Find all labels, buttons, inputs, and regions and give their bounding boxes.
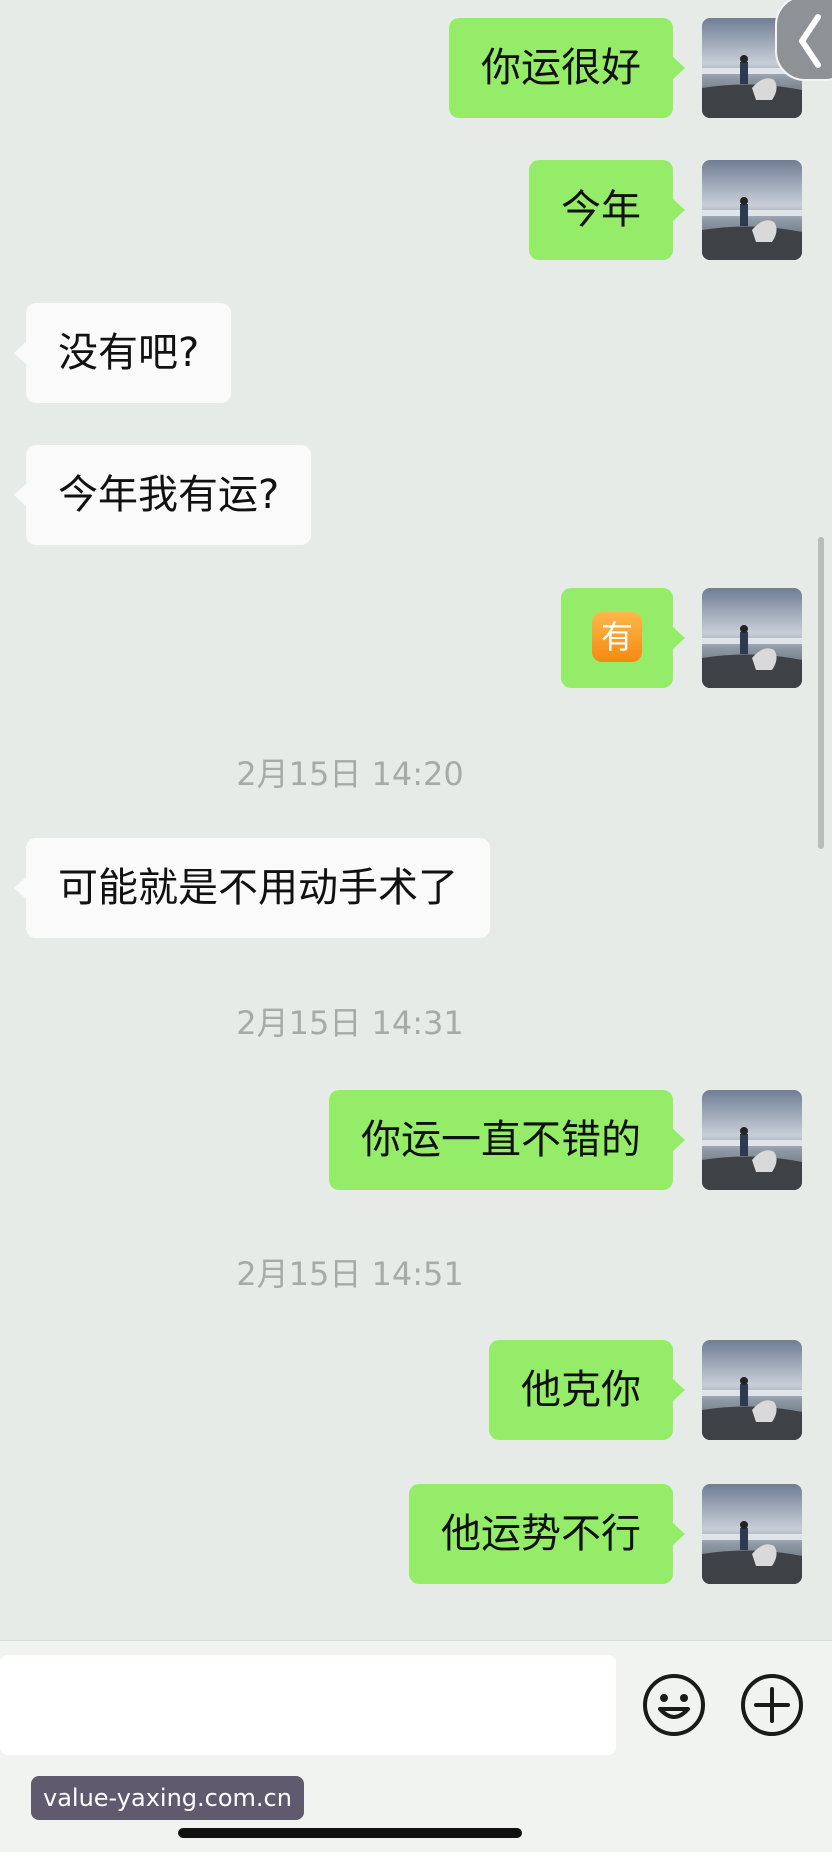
timestamp: 2月15日 14:31	[236, 1004, 464, 1042]
watermark: value-yaxing.com.cn	[31, 1776, 304, 1820]
outgoing-message[interactable]: 今年	[529, 160, 685, 260]
message-row: 你运很好	[0, 18, 832, 118]
message-row: 他克你	[0, 1340, 832, 1440]
emoji-button[interactable]	[642, 1673, 706, 1737]
plus-circle-icon	[741, 1674, 803, 1736]
scrollbar[interactable]	[818, 537, 824, 849]
incoming-message[interactable]: 今年我有运?	[13, 445, 312, 545]
message-row: 他运势不行	[0, 1484, 832, 1584]
back-button[interactable]	[775, 0, 832, 81]
chat-area: 你运很好 今年 没有吧? 今年我有运? 有 2月15日 14:20 可能就是不用…	[0, 0, 832, 1640]
outgoing-message[interactable]: 你运很好	[449, 18, 685, 118]
emoji-you-icon: 有	[592, 612, 642, 662]
avatar[interactable]	[702, 160, 802, 260]
timestamp: 2月15日 14:20	[236, 755, 464, 793]
more-button[interactable]	[740, 1673, 804, 1737]
incoming-message[interactable]: 没有吧?	[13, 303, 232, 403]
message-row: 今年我有运?	[0, 445, 832, 545]
avatar[interactable]	[702, 588, 802, 688]
outgoing-message[interactable]: 有	[561, 588, 685, 688]
incoming-message[interactable]: 可能就是不用动手术了	[14, 838, 490, 938]
timestamp: 2月15日 14:51	[236, 1255, 464, 1293]
outgoing-message[interactable]: 他克你	[489, 1340, 685, 1440]
outgoing-message[interactable]: 你运一直不错的	[329, 1090, 685, 1190]
message-row: 没有吧?	[0, 303, 832, 403]
outgoing-message[interactable]: 他运势不行	[409, 1484, 685, 1584]
avatar[interactable]	[702, 1340, 802, 1440]
smiley-icon	[643, 1674, 705, 1736]
avatar[interactable]	[702, 1484, 802, 1584]
avatar[interactable]	[702, 1090, 802, 1190]
message-row: 可能就是不用动手术了	[0, 838, 832, 938]
message-input[interactable]	[0, 1655, 616, 1755]
message-row: 今年	[0, 160, 832, 260]
home-indicator[interactable]	[178, 1828, 522, 1838]
message-row: 有	[0, 588, 832, 688]
message-row: 你运一直不错的	[0, 1090, 832, 1190]
input-bar	[0, 1640, 832, 1852]
chevron-left-icon	[799, 14, 821, 68]
